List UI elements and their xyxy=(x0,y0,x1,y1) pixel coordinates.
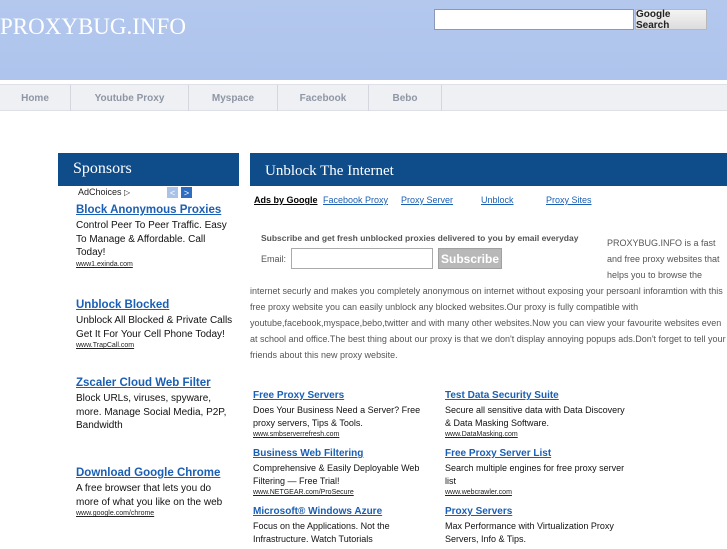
bottom-ad[interactable]: Business Web Filtering Comprehensive & E… xyxy=(253,446,438,496)
site-header: PROXYBUG.INFO Google Search xyxy=(0,0,727,80)
ad-link-unblock[interactable]: Unblock xyxy=(481,195,514,205)
adchoices-icon: ▷ xyxy=(124,188,131,197)
ad-title[interactable]: Free Proxy Server List xyxy=(445,446,630,461)
sidebar-ad[interactable]: Block Anonymous Proxies Control Peer To … xyxy=(76,203,236,268)
sponsors-header: Sponsors xyxy=(58,153,239,186)
adchoices-text: AdChoices xyxy=(78,187,122,197)
ads-by-google[interactable]: Ads by Google xyxy=(254,195,318,205)
email-field[interactable] xyxy=(291,248,433,269)
adchoices-label[interactable]: AdChoices ▷ xyxy=(78,187,130,197)
ad-desc: Search multiple engines for free proxy s… xyxy=(445,463,625,486)
ad-url[interactable]: www.google.com/chrome xyxy=(76,510,236,517)
ad-link-facebook-proxy[interactable]: Facebook Proxy xyxy=(323,195,388,205)
sidebar-ad[interactable]: Download Google Chrome A free browser th… xyxy=(76,466,236,517)
page-title: Unblock The Internet xyxy=(265,163,394,179)
sponsors-title: Sponsors xyxy=(73,160,132,177)
sponsors-sidebar: Sponsors AdChoices ▷ < > Block Anonymous… xyxy=(58,139,239,549)
sidebar-ad[interactable]: Unblock Blocked Unblock All Blocked & Pr… xyxy=(76,298,236,349)
ad-title[interactable]: Unblock Blocked xyxy=(76,298,236,313)
nav-home[interactable]: Home xyxy=(0,85,71,111)
ad-url[interactable]: www.smbserverrefresh.com xyxy=(253,431,438,438)
ad-title[interactable]: Zscaler Cloud Web Filter xyxy=(76,376,236,391)
ad-url[interactable]: www.TrapCall.com xyxy=(76,342,236,349)
bottom-ad[interactable]: Microsoft® Windows Azure Focus on the Ap… xyxy=(253,504,438,546)
nav-bar: Home Youtube Proxy Myspace Facebook Bebo xyxy=(0,84,727,111)
ad-url[interactable]: www.webcrawler.com xyxy=(445,489,630,496)
subscribe-button[interactable]: Subscribe xyxy=(438,248,502,269)
nav-facebook[interactable]: Facebook xyxy=(278,85,369,111)
ad-desc: Focus on the Applications. Not the Infra… xyxy=(253,521,390,544)
bottom-ad[interactable]: Proxy Servers Max Performance with Virtu… xyxy=(445,504,630,546)
nav-myspace[interactable]: Myspace xyxy=(189,85,278,111)
prev-ad-icon[interactable]: < xyxy=(167,187,178,198)
ad-link-proxy-sites[interactable]: Proxy Sites xyxy=(546,195,592,205)
ad-desc: Max Performance with Virtualization Prox… xyxy=(445,521,614,544)
search-input[interactable] xyxy=(434,9,634,30)
subscribe-prompt: Subscribe and get fresh unblocked proxie… xyxy=(261,233,579,243)
bottom-ad[interactable]: Test Data Security Suite Secure all sens… xyxy=(445,388,630,438)
ad-link-proxy-server[interactable]: Proxy Server xyxy=(401,195,453,205)
ad-title[interactable]: Test Data Security Suite xyxy=(445,388,630,403)
ad-title[interactable]: Proxy Servers xyxy=(445,504,630,519)
site-logo[interactable]: PROXYBUG.INFO xyxy=(0,14,186,40)
google-search-button[interactable]: Google Search xyxy=(635,9,707,31)
ad-url[interactable]: www.DataMasking.com xyxy=(445,431,630,438)
nav-bebo[interactable]: Bebo xyxy=(369,85,442,111)
ad-url[interactable]: www1.exinda.com xyxy=(76,261,236,268)
main-header: Unblock The Internet xyxy=(250,153,727,186)
ad-desc: Control Peer To Peer Traffic. Easy To Ma… xyxy=(76,220,227,258)
description-text: internet securly and makes you completel… xyxy=(250,286,726,360)
ad-desc: Secure all sensitive data with Data Disc… xyxy=(445,405,625,428)
ad-title[interactable]: Free Proxy Servers xyxy=(253,388,438,403)
email-label: Email: xyxy=(261,254,287,264)
ad-desc: Unblock All Blocked & Private Calls Get … xyxy=(76,315,233,340)
ad-title[interactable]: Block Anonymous Proxies xyxy=(76,203,236,218)
bottom-ad[interactable]: Free Proxy Servers Does Your Business Ne… xyxy=(253,388,438,438)
sidebar-ad[interactable]: Zscaler Cloud Web Filter Block URLs, vir… xyxy=(76,376,236,433)
nav-youtube-proxy[interactable]: Youtube Proxy xyxy=(71,85,189,111)
ad-title[interactable]: Microsoft® Windows Azure xyxy=(253,504,438,519)
next-ad-icon[interactable]: > xyxy=(181,187,192,198)
ad-desc: A free browser that lets you do more of … xyxy=(76,483,223,508)
ad-url[interactable]: www.NETGEAR.com/ProSecure xyxy=(253,489,438,496)
bottom-ad[interactable]: Free Proxy Server List Search multiple e… xyxy=(445,446,630,496)
ad-desc: Does Your Business Need a Server? Free p… xyxy=(253,405,421,428)
ad-desc: Block URLs, viruses, spyware, more. Mana… xyxy=(76,393,227,431)
ad-title[interactable]: Download Google Chrome xyxy=(76,466,236,481)
intro-text: PROXYBUG.INFO is a fast and free proxy w… xyxy=(607,238,720,280)
ad-desc: Comprehensive & Easily Deployable Web Fi… xyxy=(253,463,420,486)
ad-title[interactable]: Business Web Filtering xyxy=(253,446,438,461)
